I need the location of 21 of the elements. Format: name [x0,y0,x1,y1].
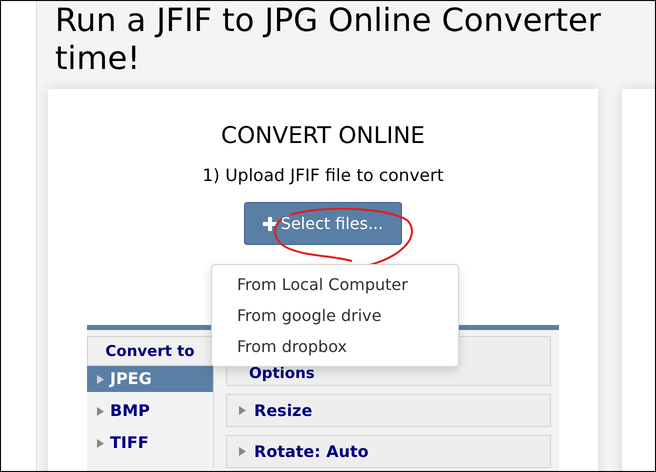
options-section[interactable]: Resize [226,394,551,427]
convert-to-heading: Convert to [87,336,213,366]
page-headline: Run a JFIF to JPG Online Converter [55,1,601,39]
menu-item[interactable]: From dropbox [212,331,458,362]
triangle-icon [97,438,104,448]
triangle-icon [239,406,246,415]
options-heading: Options [249,362,315,384]
triangle-icon [97,406,104,416]
plus-icon [262,216,277,230]
triangle-icon [97,374,104,384]
menu-item[interactable]: From google drive [212,300,458,331]
upload-step: 1) Upload JFIF file to convert [202,165,444,187]
format-item[interactable]: JPEG [87,366,213,392]
format-item[interactable]: BMP [87,398,213,424]
options-section[interactable]: Rotate: Auto [226,435,551,468]
format-item[interactable]: TIFF [87,430,213,456]
card-title: CONVERT ONLINE [221,122,425,151]
menu-item[interactable]: From Local Computer [212,269,458,300]
select-files-button[interactable]: Select files... [244,202,402,245]
page-headline: time! [55,39,140,77]
triangle-icon [239,447,246,456]
